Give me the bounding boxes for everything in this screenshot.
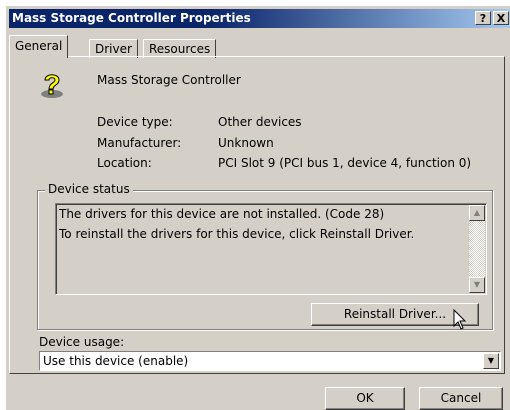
device-usage-select[interactable]: Use this device (enable) ▼ <box>39 351 501 371</box>
mouse-cursor-icon <box>453 309 467 330</box>
device-type-label: Device type: <box>97 115 173 129</box>
scroll-down-icon[interactable]: ▼ <box>469 277 485 293</box>
ok-button[interactable]: OK <box>325 387 405 410</box>
properties-dialog: Mass Storage Controller Properties ? X G… <box>6 6 510 410</box>
status-line-2: To reinstall the drivers for this device… <box>59 227 415 241</box>
scroll-up-icon[interactable]: ▲ <box>469 205 485 221</box>
help-button[interactable]: ? <box>475 11 491 25</box>
title-bar[interactable]: Mass Storage Controller Properties ? X <box>9 9 510 28</box>
device-status-label: Device status <box>45 182 133 196</box>
status-line-1: The drivers for this device are not inst… <box>59 207 385 221</box>
cancel-button[interactable]: Cancel <box>419 387 503 410</box>
window-title: Mass Storage Controller Properties <box>12 11 251 25</box>
location-label: Location: <box>97 156 152 170</box>
device-name: Mass Storage Controller <box>97 73 241 87</box>
unknown-device-icon <box>41 74 63 98</box>
device-usage-label: Device usage: <box>39 335 125 349</box>
tab-general[interactable]: General <box>9 35 69 58</box>
manufacturer-value: Unknown <box>218 136 274 150</box>
device-usage-value: Use this device (enable) <box>43 354 189 368</box>
device-status-textbox[interactable]: The drivers for this device are not inst… <box>55 203 487 295</box>
location-value: PCI Slot 9 (PCI bus 1, device 4, functio… <box>218 156 472 170</box>
close-button[interactable]: X <box>493 11 509 25</box>
status-scrollbar[interactable]: ▲ ▼ <box>469 205 485 293</box>
manufacturer-label: Manufacturer: <box>97 136 182 150</box>
device-type-value: Other devices <box>218 115 302 129</box>
chevron-down-icon[interactable]: ▼ <box>483 353 499 369</box>
